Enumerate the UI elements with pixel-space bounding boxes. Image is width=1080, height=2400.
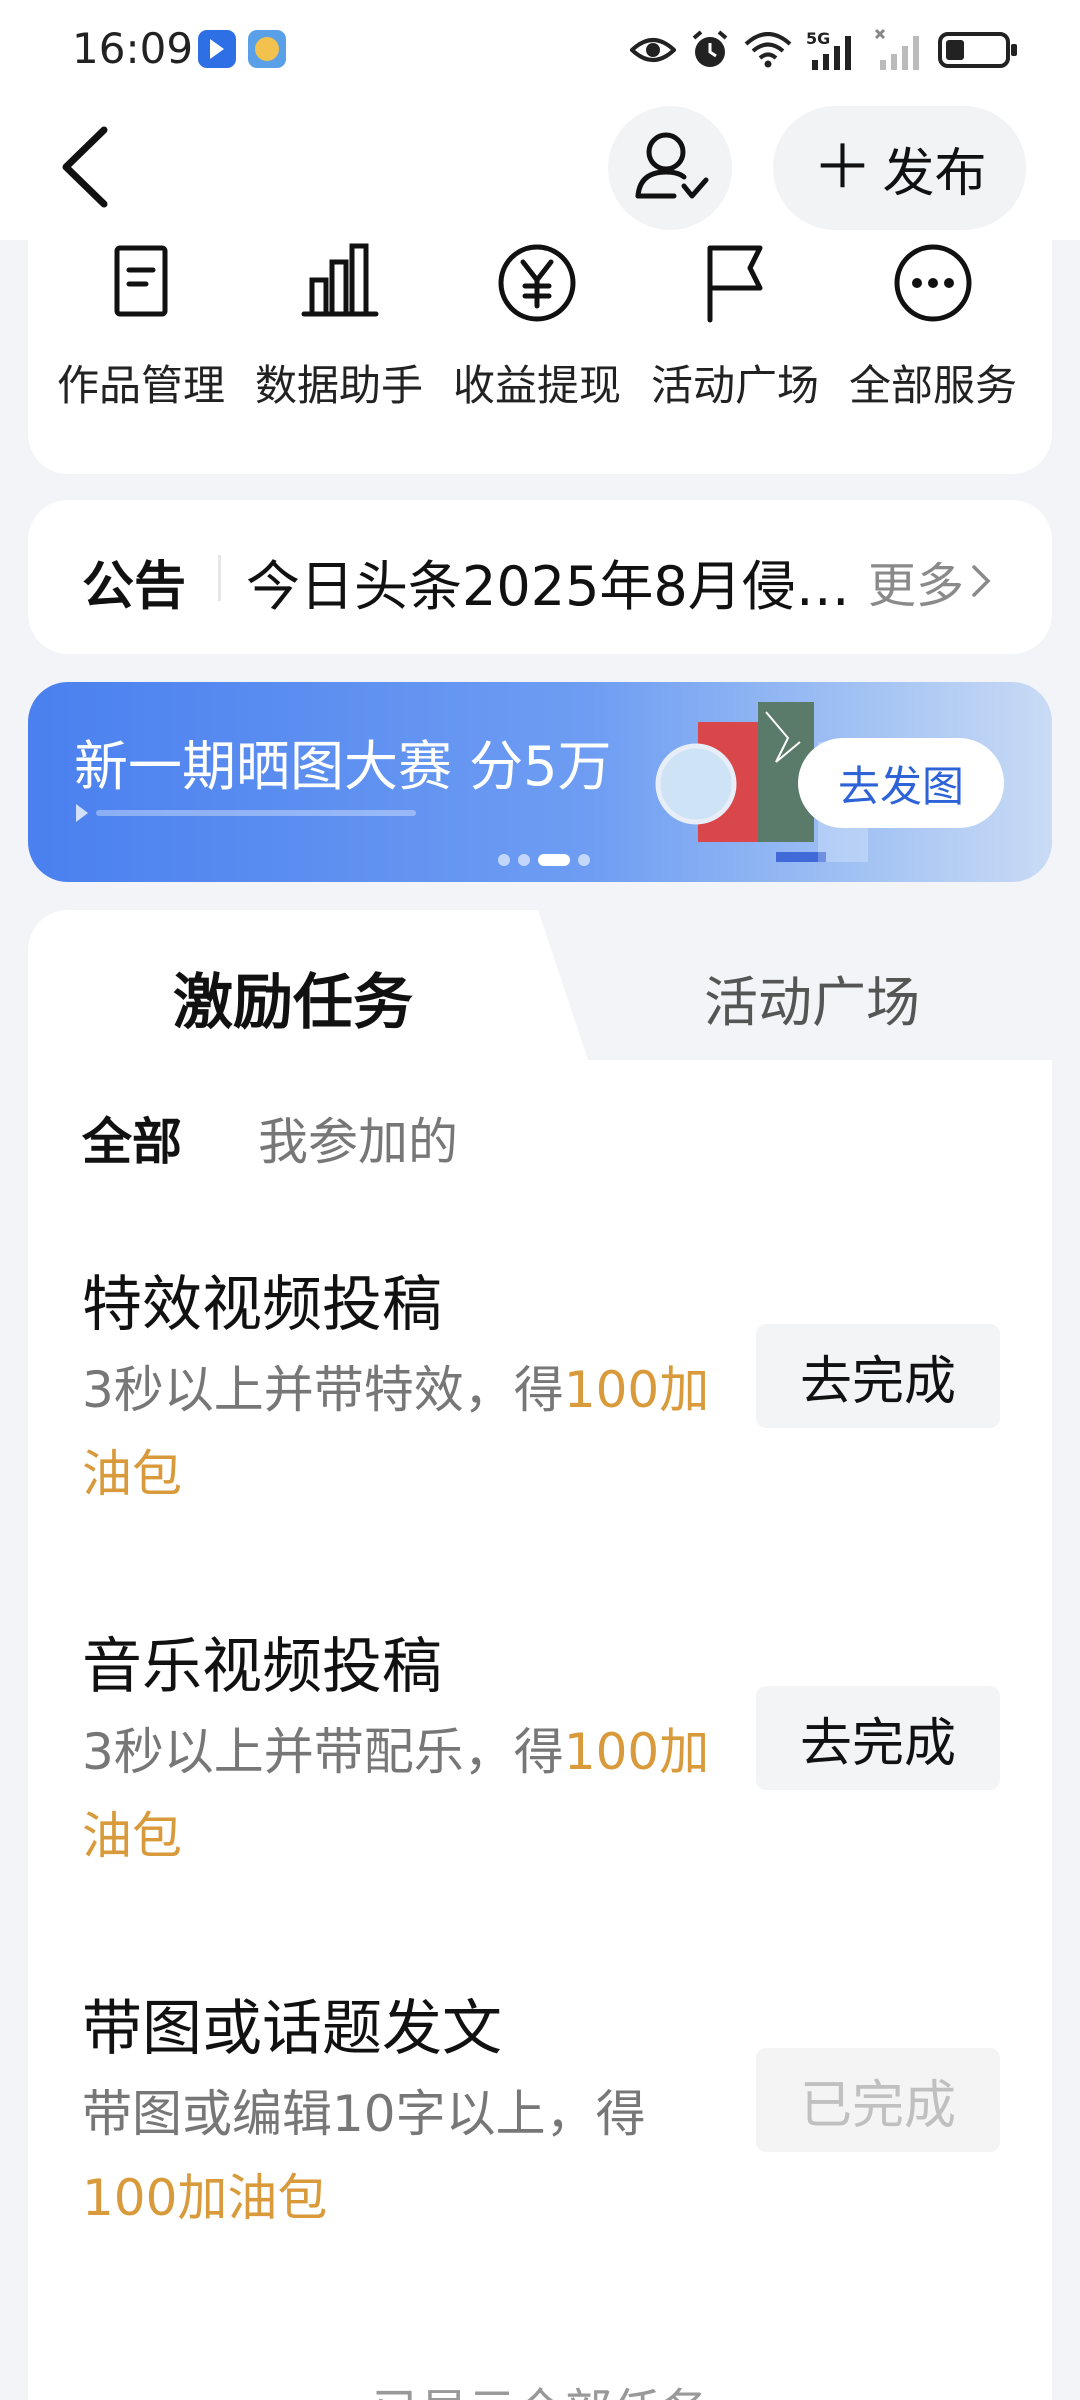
chevron-left-icon [62, 126, 108, 208]
flag-icon [707, 245, 763, 323]
task-item: 带图或话题发文 带图或编辑10字以上，得100加油包 已完成 [28, 1980, 1052, 2310]
announcement-bar[interactable]: 公告 今日头条2025年8月侵… 更多 [28, 500, 1052, 654]
status-icons: 5G [630, 26, 1017, 74]
task-title: 特效视频投稿 [82, 1270, 442, 1340]
filter-joined[interactable]: 我参加的 [258, 1102, 458, 1174]
service-all-services[interactable]: 全部服务 [834, 230, 1032, 430]
eye-icon [630, 38, 676, 62]
signal-5g-icon: 5G [806, 29, 851, 70]
banner-subtitle-decoration [76, 804, 416, 822]
task-title: 带图或话题发文 [82, 1994, 502, 2064]
all-tasks-shown-hint: 已显示全部任务 [28, 2372, 1052, 2400]
banner-title: 新一期晒图大赛 分5万 [74, 735, 612, 798]
back-button[interactable] [52, 122, 122, 212]
app-notification-icon [198, 30, 236, 68]
service-data-assistant[interactable]: 数据助手 [240, 230, 438, 430]
task-title: 音乐视频投稿 [82, 1632, 442, 1702]
service-label: 收益提现 [452, 361, 621, 410]
carousel-dot [498, 854, 510, 866]
announcement-title: 公告 [82, 557, 187, 617]
services-card: 作品管理 数据助手 收益提现 活动广场 全部服务 [28, 230, 1052, 474]
status-bar: 16:09 5G [0, 0, 1080, 100]
battery-icon [938, 32, 1017, 68]
publish-button[interactable]: ＋ 发布 [773, 106, 1026, 230]
filter-all[interactable]: 全部 [82, 1102, 182, 1174]
plus-icon: ＋ [812, 133, 873, 203]
tab-label: 激励任务 [173, 968, 413, 1038]
service-label: 数据助手 [254, 361, 423, 410]
service-earnings-withdraw[interactable]: 收益提现 [438, 230, 636, 430]
top-nav: ＋ 发布 [0, 100, 1080, 240]
yen-icon [498, 244, 576, 322]
task-description: 带图或编辑10字以上，得100加油包 [82, 2085, 646, 2227]
announcement-more-link[interactable]: 更多 [868, 546, 992, 616]
user-check-icon [635, 132, 709, 199]
carousel-dot [518, 854, 530, 866]
service-works-management[interactable]: 作品管理 [42, 230, 240, 430]
promo-banner[interactable]: 新一期晒图大赛 分5万 去发图 [28, 682, 1052, 882]
carousel-dot [578, 854, 590, 866]
bar-chart-icon [301, 243, 379, 317]
tab-incentive-tasks[interactable]: 激励任务 [28, 910, 588, 1060]
user-follow-button[interactable] [608, 106, 732, 230]
svg-text:5G: 5G [806, 29, 830, 48]
task-item: 特效视频投稿 3秒以上并带特效，得100加油包 去完成 [28, 1256, 1052, 1586]
carousel-dot-active [538, 854, 570, 866]
service-label: 活动广场 [650, 361, 819, 410]
alarm-icon [692, 30, 728, 67]
task-description: 3秒以上并带特效，得100加油包 [82, 1361, 710, 1503]
service-activity-square[interactable]: 活动广场 [636, 230, 834, 430]
task-complete-button[interactable]: 去完成 [756, 1686, 1000, 1790]
task-item: 音乐视频投稿 3秒以上并带配乐，得100加油包 去完成 [28, 1618, 1052, 1948]
more-icon [894, 244, 972, 322]
carousel-indicators [498, 854, 590, 866]
divider [218, 555, 221, 601]
wifi-icon [744, 32, 792, 68]
announcement-text[interactable]: 今日头条2025年8月侵… [246, 542, 856, 621]
tasks-card: 激励任务 活动广场 全部 我参加的 特效视频投稿 3秒以上并带特效，得100加油… [28, 910, 1052, 2400]
signal-icon [874, 28, 919, 70]
more-label: 更多 [868, 558, 965, 614]
weather-notification-icon [248, 30, 286, 68]
tab-activity-square[interactable]: 活动广场 [704, 958, 920, 1037]
task-completed-button[interactable]: 已完成 [756, 2048, 1000, 2152]
status-time: 16:09 [72, 24, 194, 73]
document-icon [114, 245, 168, 317]
task-complete-button[interactable]: 去完成 [756, 1324, 1000, 1428]
task-reward: 100加油包 [82, 2169, 328, 2227]
publish-label: 发布 [882, 143, 987, 204]
service-label: 全部服务 [848, 361, 1017, 410]
service-label: 作品管理 [56, 361, 225, 410]
chevron-right-icon [972, 565, 991, 597]
banner-post-image-button[interactable]: 去发图 [798, 738, 1004, 828]
task-description: 3秒以上并带配乐，得100加油包 [82, 1723, 710, 1865]
